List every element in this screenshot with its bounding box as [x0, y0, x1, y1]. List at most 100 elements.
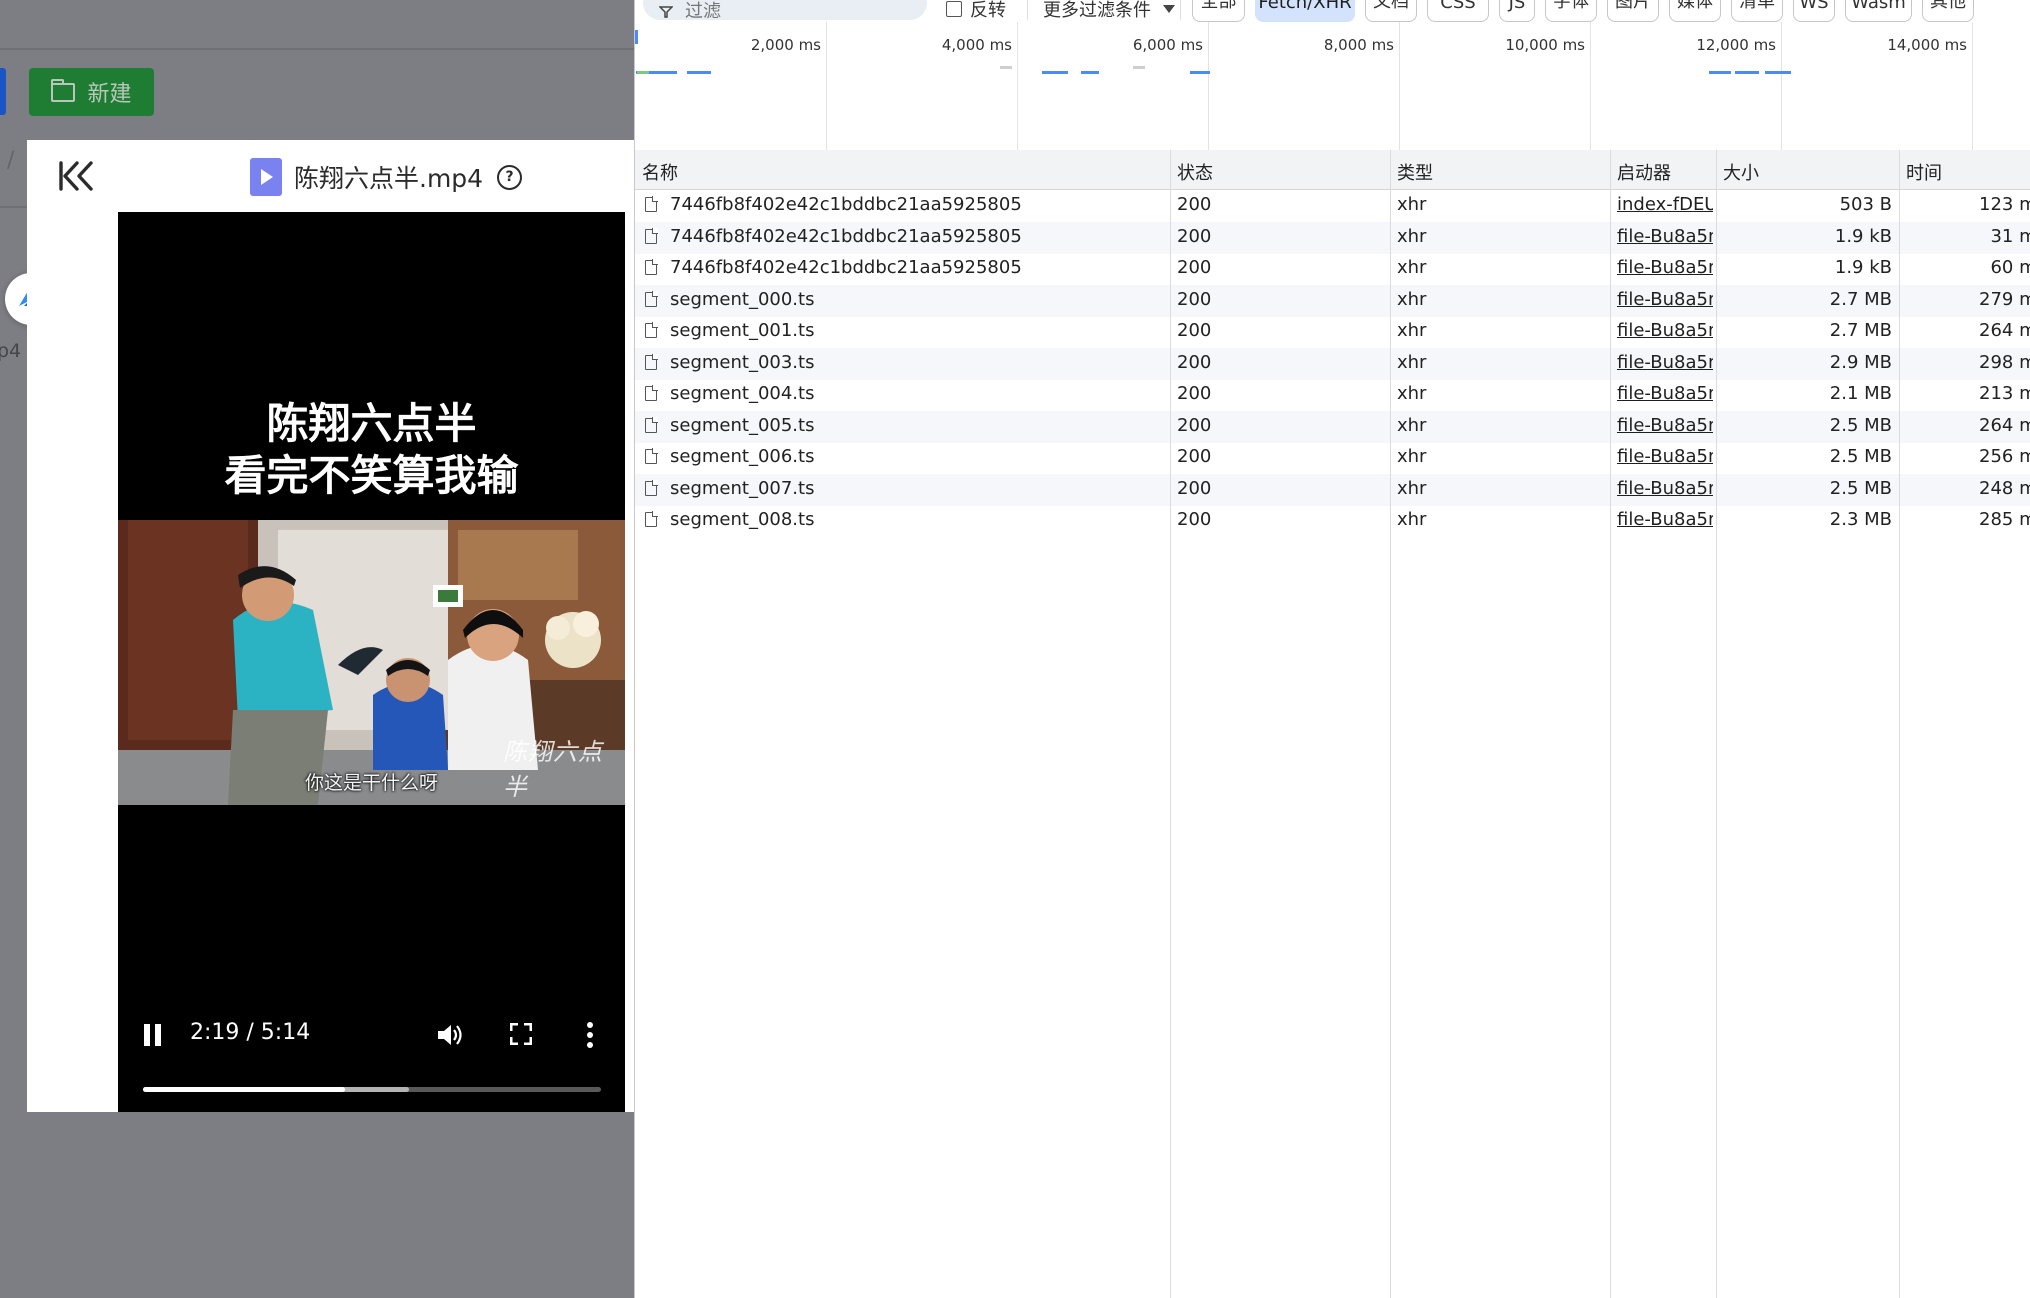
request-initiator-link[interactable]: file-Bu8a5m	[1617, 226, 1713, 247]
filter-chip[interactable]: 媒体	[1669, 0, 1721, 22]
column-header-initiator[interactable]: 启动器	[1617, 159, 1671, 185]
request-status: 200	[1177, 509, 1212, 530]
primary-button-edge[interactable]	[0, 68, 6, 115]
modal-edge	[625, 212, 634, 1112]
request-name: segment_007.ts	[670, 477, 815, 499]
filter-chip[interactable]: CSS	[1427, 0, 1489, 22]
request-time: 248 ms	[1979, 477, 2030, 499]
request-type: xhr	[1397, 509, 1427, 530]
request-size: 2.1 MB	[1829, 383, 1892, 404]
table-row[interactable]: segment_007.ts 200 xhr file-Bu8a5m 2.5 MB 248…	[635, 473, 2030, 506]
table-row[interactable]: 7446fb8f402e42c1bddbc21aa5925805 200 xhr fi…	[635, 221, 2030, 254]
more-filters-dropdown[interactable]: 更多过滤条件	[1043, 0, 1175, 22]
request-initiator-link[interactable]: file-Bu8a5m	[1617, 257, 1713, 278]
request-initiator-link[interactable]: file-Bu8a5m	[1617, 352, 1713, 373]
request-initiator-link[interactable]: index-fDEU:	[1617, 194, 1713, 215]
modal-header: 陈翔六点半.mp4 ?	[27, 140, 634, 212]
timeline-selection-marker[interactable]	[635, 30, 638, 44]
request-initiator-link[interactable]: file-Bu8a5m	[1617, 320, 1713, 341]
timeline-request-bar	[1735, 71, 1759, 74]
column-divider[interactable]	[1170, 150, 1171, 1298]
timeline-request-bar	[655, 71, 677, 74]
column-header-status[interactable]: 状态	[1177, 159, 1213, 185]
column-divider[interactable]	[1610, 150, 1611, 1298]
filter-chip[interactable]: 全部	[1192, 0, 1245, 22]
volume-icon[interactable]	[436, 1022, 464, 1048]
pause-icon[interactable]	[144, 1024, 162, 1046]
request-name: segment_004.ts	[670, 383, 815, 404]
video-preview-modal: 陈翔六点半.mp4 ? 陈翔六点半 看完不笑算我输 陈翔六点半 你这是干什么呀 …	[27, 140, 634, 1112]
request-type: xhr	[1397, 320, 1427, 341]
request-type: xhr	[1397, 477, 1427, 499]
table-row[interactable]: segment_008.ts 200 xhr file-Bu8a5m 2.3 MB 285…	[635, 505, 2030, 537]
column-divider[interactable]	[1716, 150, 1717, 1298]
invert-toggle[interactable]: 反转	[946, 0, 1006, 22]
document-icon	[645, 196, 658, 212]
column-divider[interactable]	[1390, 150, 1391, 1298]
column-header-name[interactable]: 名称	[642, 159, 678, 185]
filter-chip[interactable]: 文档	[1365, 0, 1417, 22]
request-initiator-link[interactable]: file-Bu8a5m	[1617, 383, 1713, 404]
request-status: 200	[1177, 446, 1212, 467]
request-status: 200	[1177, 257, 1212, 278]
help-icon[interactable]: ?	[497, 164, 523, 190]
request-name: 7446fb8f402e42c1bddbc21aa5925805	[670, 194, 1022, 215]
invert-checkbox[interactable]	[946, 1, 962, 17]
fullscreen-icon[interactable]	[510, 1023, 532, 1045]
request-initiator-link[interactable]: file-Bu8a5m	[1617, 509, 1713, 530]
document-icon	[645, 385, 658, 401]
request-status: 200	[1177, 320, 1212, 341]
more-options-icon[interactable]	[586, 1022, 594, 1048]
request-type: xhr	[1397, 351, 1427, 373]
filter-chip[interactable]: Fetch/XHR	[1255, 0, 1355, 22]
timeline-request-bar	[1190, 71, 1210, 74]
timeline-gridline	[1208, 22, 1209, 150]
request-initiator-link[interactable]: file-Bu8a5m	[1617, 415, 1713, 436]
request-size: 2.5 MB	[1829, 446, 1892, 467]
request-time: 256 ms	[1979, 446, 2030, 467]
table-row[interactable]: segment_003.ts 200 xhr file-Bu8a5m 2.9 MB 298…	[635, 347, 2030, 380]
filter-chip[interactable]: 图片	[1607, 0, 1659, 22]
table-row[interactable]: segment_006.ts 200 xhr file-Bu8a5m 2.5 MB 256…	[635, 442, 2030, 474]
column-header-type[interactable]: 类型	[1397, 159, 1433, 185]
table-row[interactable]: 7446fb8f402e42c1bddbc21aa5925805 200 xhr fi…	[635, 253, 2030, 285]
collapse-back-button[interactable]	[57, 156, 99, 196]
filter-input[interactable]	[685, 0, 915, 22]
timeline-request-bar	[1133, 66, 1145, 69]
request-initiator-link[interactable]: file-Bu8a5m	[1617, 446, 1713, 467]
new-folder-button[interactable]: 新建	[29, 68, 154, 116]
timeline-gridline	[826, 22, 827, 150]
request-size: 2.5 MB	[1829, 414, 1892, 436]
column-header-time[interactable]: 时间	[1906, 159, 1942, 185]
table-row[interactable]: segment_000.ts 200 xhr file-Bu8a5m 2.7 MB 279…	[635, 284, 2030, 317]
video-player[interactable]: 陈翔六点半 看完不笑算我输 陈翔六点半 你这是干什么呀 2:19 / 5:14	[118, 212, 625, 1112]
video-time-display: 2:19 / 5:14	[190, 1020, 311, 1045]
filter-chip[interactable]: Wasm	[1845, 0, 1912, 22]
request-name: segment_001.ts	[670, 320, 815, 341]
filter-separator	[1027, 0, 1028, 20]
filter-chip[interactable]: WS	[1793, 0, 1835, 22]
filter-box[interactable]	[643, 0, 927, 22]
request-size: 2.9 MB	[1829, 351, 1892, 373]
column-divider[interactable]	[1899, 150, 1900, 1298]
timeline-tick-label: 6,000 ms	[1132, 36, 1203, 54]
table-row[interactable]: segment_004.ts 200 xhr file-Bu8a5m 2.1 MB 213…	[635, 379, 2030, 411]
column-header-size[interactable]: 大小	[1723, 159, 1759, 185]
filter-chip[interactable]: 字体	[1545, 0, 1597, 22]
double-chevron-left-icon	[59, 161, 93, 191]
request-status: 200	[1177, 194, 1212, 215]
table-row[interactable]: 7446fb8f402e42c1bddbc21aa5925805 200 xhr in…	[635, 190, 2030, 222]
network-timeline-overview[interactable]: 2,000 ms 4,000 ms 6,000 ms 8,000 ms 10,000 m…	[635, 22, 2030, 151]
caption-line-2: 看完不笑算我输	[224, 451, 519, 500]
filter-chip[interactable]: 其他	[1922, 0, 1974, 22]
request-status: 200	[1177, 414, 1212, 436]
filter-chip[interactable]: JS	[1499, 0, 1535, 22]
table-row[interactable]: segment_005.ts 200 xhr file-Bu8a5m 2.5 MB 264…	[635, 410, 2030, 443]
request-initiator-link[interactable]: file-Bu8a5m	[1617, 289, 1713, 310]
filter-chip[interactable]: 清单	[1731, 0, 1783, 22]
video-progress-bar[interactable]	[143, 1087, 601, 1092]
request-initiator-link[interactable]: file-Bu8a5m	[1617, 478, 1713, 499]
timeline-gridline	[1972, 22, 1973, 150]
request-time: 123 ms	[1979, 194, 2030, 215]
table-row[interactable]: segment_001.ts 200 xhr file-Bu8a5m 2.7 MB 264…	[635, 316, 2030, 348]
